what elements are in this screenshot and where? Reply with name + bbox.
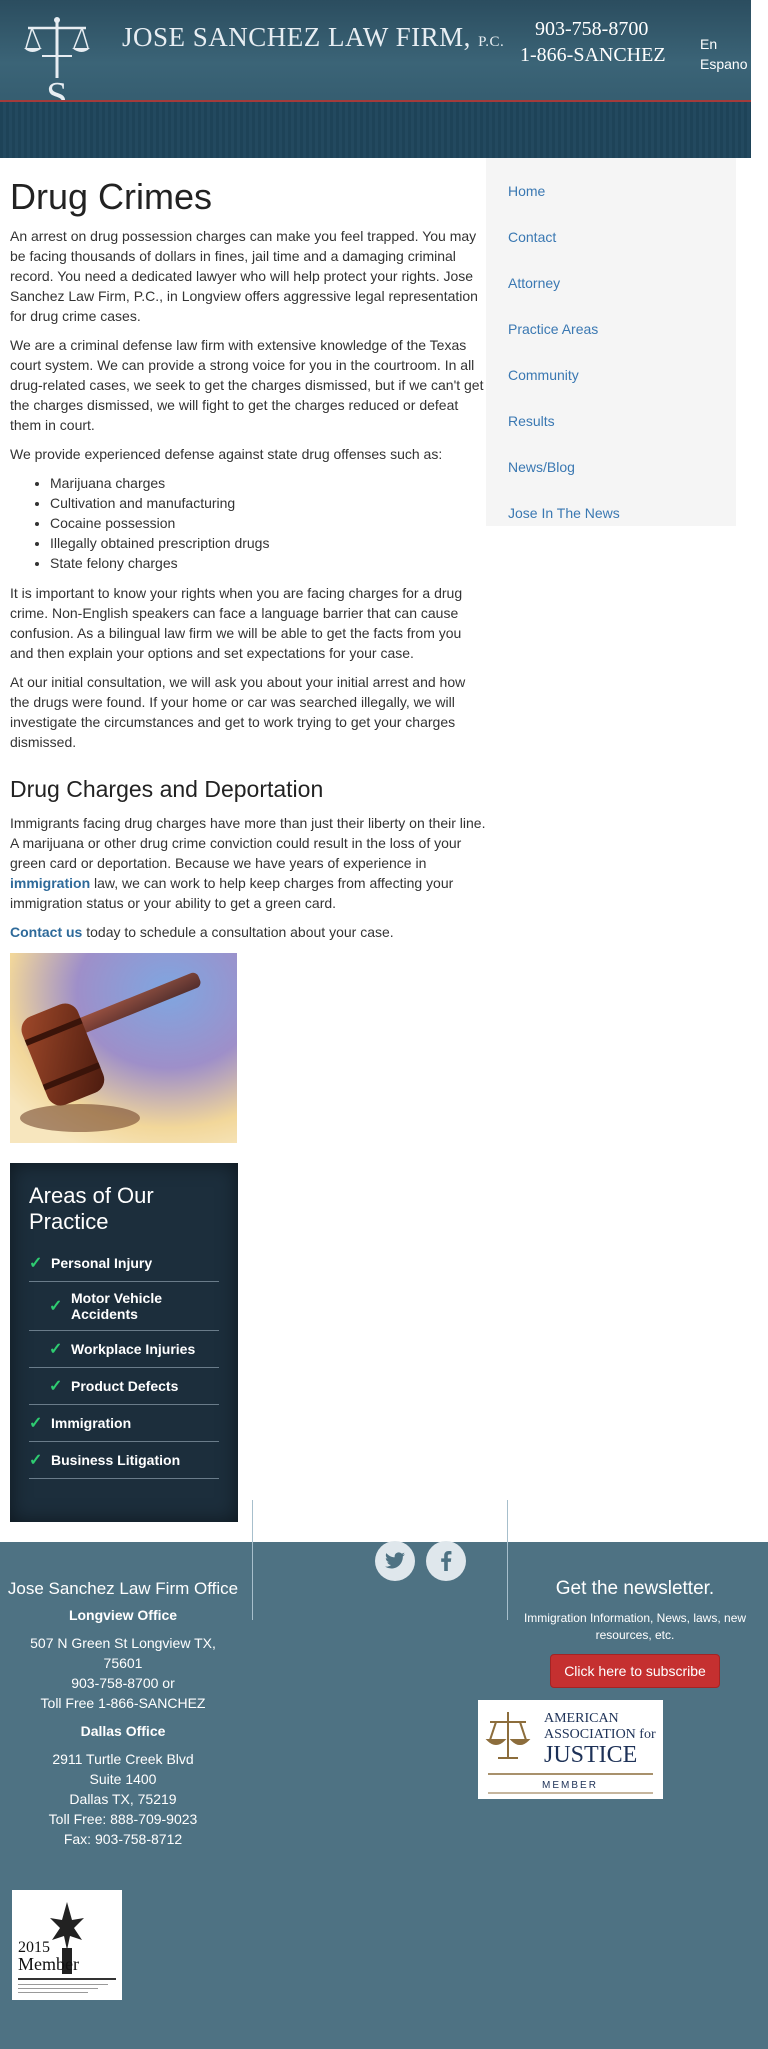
twitter-icon[interactable] [375,1541,415,1581]
fax-line: Fax: 903-758-8712 [63,1831,183,1847]
check-icon: ✓ [49,1341,63,1358]
intro-paragraph: An arrest on drug possession charges can… [10,228,478,324]
footer-office-info: Jose Sanchez Law Firm Office Longview Of… [0,1578,246,1849]
language-switch[interactable]: En Espano [700,34,747,74]
aaj-line3: JUSTICE [544,1742,637,1768]
deportation-paragraph: Immigrants facing drug charges have more… [10,813,488,913]
nav-item-community[interactable]: Community [486,352,736,398]
address-line: 507 N Green St Longview TX, [30,1635,216,1651]
practice-item-business-litigation[interactable]: ✓ Business Litigation [29,1442,219,1479]
sidebar-nav: Home Contact Attorney Practice Areas Com… [486,158,736,526]
list-item: Marijuana charges [50,473,488,493]
main-content: Drug Crimes An arrest on drug possession… [10,176,488,951]
header-band [0,102,751,158]
footer-divider-right [507,1500,508,1620]
practice-item-workplace-injuries[interactable]: ✓ Workplace Injuries [29,1331,219,1368]
practice-item-label: Immigration [51,1415,132,1431]
dallas-office-title: Dallas Office [80,1723,166,1739]
phone-line[interactable]: Toll Free 1-866-SANCHEZ [0,1693,246,1713]
phone-line[interactable]: 903-758-8700 or [0,1673,246,1693]
nav-item-attorney[interactable]: Attorney [486,260,736,306]
practice-title: Areas of Our Practice [29,1183,154,1234]
phone-tollfree[interactable]: 1-866-SANCHEZ [520,44,666,67]
rights-paragraph: It is important to know your rights when… [10,585,463,661]
check-icon: ✓ [29,1452,43,1469]
list-item: Cultivation and manufacturing [50,493,488,513]
offenses-intro: We provide experienced defense against s… [10,446,443,462]
badge-member: Member [18,1954,79,1974]
practice-areas-box: Areas of Our Practice ✓ Personal Injury … [10,1163,238,1522]
address-line: Dallas TX, 75219 [69,1791,177,1807]
firm-suffix: P.C. [478,34,505,50]
lang-english[interactable]: En [700,34,747,54]
practice-item-personal-injury[interactable]: ✓ Personal Injury [29,1245,219,1282]
aaj-member-logo[interactable]: AMERICAN ASSOCIATION for JUSTICE MEMBER [478,1700,663,1799]
practice-item-label: Product Defects [71,1378,179,1394]
firm-name-text: JOSE SANCHEZ LAW FIRM [122,22,464,52]
check-icon: ✓ [49,1378,63,1395]
list-item: Illegally obtained prescription drugs [50,533,488,553]
aaj-member: MEMBER [542,1780,598,1791]
aaj-line2: ASSOCIATION for [544,1727,656,1742]
practice-item-label: Workplace Injuries [71,1341,196,1357]
footer-firm-name: Jose Sanchez Law Firm Office [7,1579,239,1598]
header-top: S JOSE SANCHEZ LAW FIRM, P.C. 903-758-87… [0,0,751,110]
aaj-line1: AMERICAN [544,1711,619,1726]
section-heading: Drug Charges and Deportation [10,776,324,802]
practice-item-immigration[interactable]: ✓ Immigration [29,1405,219,1442]
gavel-image [10,953,237,1143]
charges-list: Marijuana charges Cultivation and manufa… [50,473,488,573]
contact-paragraph: Contact us today to schedule a consultat… [10,922,488,942]
lang-spanish[interactable]: Espano [700,54,747,74]
firm-name[interactable]: JOSE SANCHEZ LAW FIRM, P.C. [122,22,504,53]
newsletter-section: Get the newsletter. Immigration Informat… [515,1578,755,1688]
nav-item-jose-in-the-news[interactable]: Jose In The News [486,490,736,536]
longview-office-title: Longview Office [68,1607,178,1623]
page-title: Drug Crimes [10,176,213,217]
practice-item-label: Motor Vehicle Accidents [71,1290,163,1322]
footer-divider-left [252,1500,253,1620]
site-header: S JOSE SANCHEZ LAW FIRM, P.C. 903-758-87… [0,0,751,158]
newsletter-title: Get the newsletter. [555,1578,715,1599]
immigration-link[interactable]: immigration [10,875,90,891]
member-2015-badge-logo: 2015 Member [12,1890,122,2000]
nav-item-home[interactable]: Home [486,168,736,214]
list-item: State felony charges [50,553,488,573]
practice-item-product-defects[interactable]: ✓ Product Defects [29,1368,219,1405]
practice-item-label: Personal Injury [51,1255,153,1271]
subscribe-button[interactable]: Click here to subscribe [550,1654,720,1688]
phone-line[interactable]: Toll Free: 888-709-9023 [0,1809,246,1829]
nav-item-results[interactable]: Results [486,398,736,444]
check-icon: ✓ [49,1298,63,1315]
facebook-icon[interactable] [426,1541,466,1581]
nav-item-news-blog[interactable]: News/Blog [486,444,736,490]
practice-item-label: Business Litigation [51,1452,181,1468]
scales-of-justice-logo-icon[interactable]: S [22,14,92,110]
address-line: 2911 Turtle Creek Blvd [52,1751,194,1767]
contact-text: today to schedule a consultation about y… [82,924,394,940]
practice-item-motor-vehicle[interactable]: ✓ Motor Vehicle Accidents [29,1282,219,1331]
contact-us-link[interactable]: Contact us [10,924,82,940]
consultation-paragraph: At our initial consultation, we will ask… [10,674,466,750]
nav-item-practice-areas[interactable]: Practice Areas [486,306,736,352]
check-icon: ✓ [29,1415,43,1432]
newsletter-subtitle: Immigration Information, News, laws, new… [523,1611,747,1642]
nav-item-contact[interactable]: Contact [486,214,736,260]
address-line: Suite 1400 [89,1771,157,1787]
phone-local[interactable]: 903-758-8700 [535,18,648,41]
defense-paragraph: We are a criminal defense law firm with … [10,337,484,433]
right-edge-strip [751,0,768,1542]
address-line: 75601 [103,1655,143,1671]
deportation-text-1: Immigrants facing drug charges have more… [10,815,486,871]
check-icon: ✓ [29,1255,43,1272]
list-item: Cocaine possession [50,513,488,533]
